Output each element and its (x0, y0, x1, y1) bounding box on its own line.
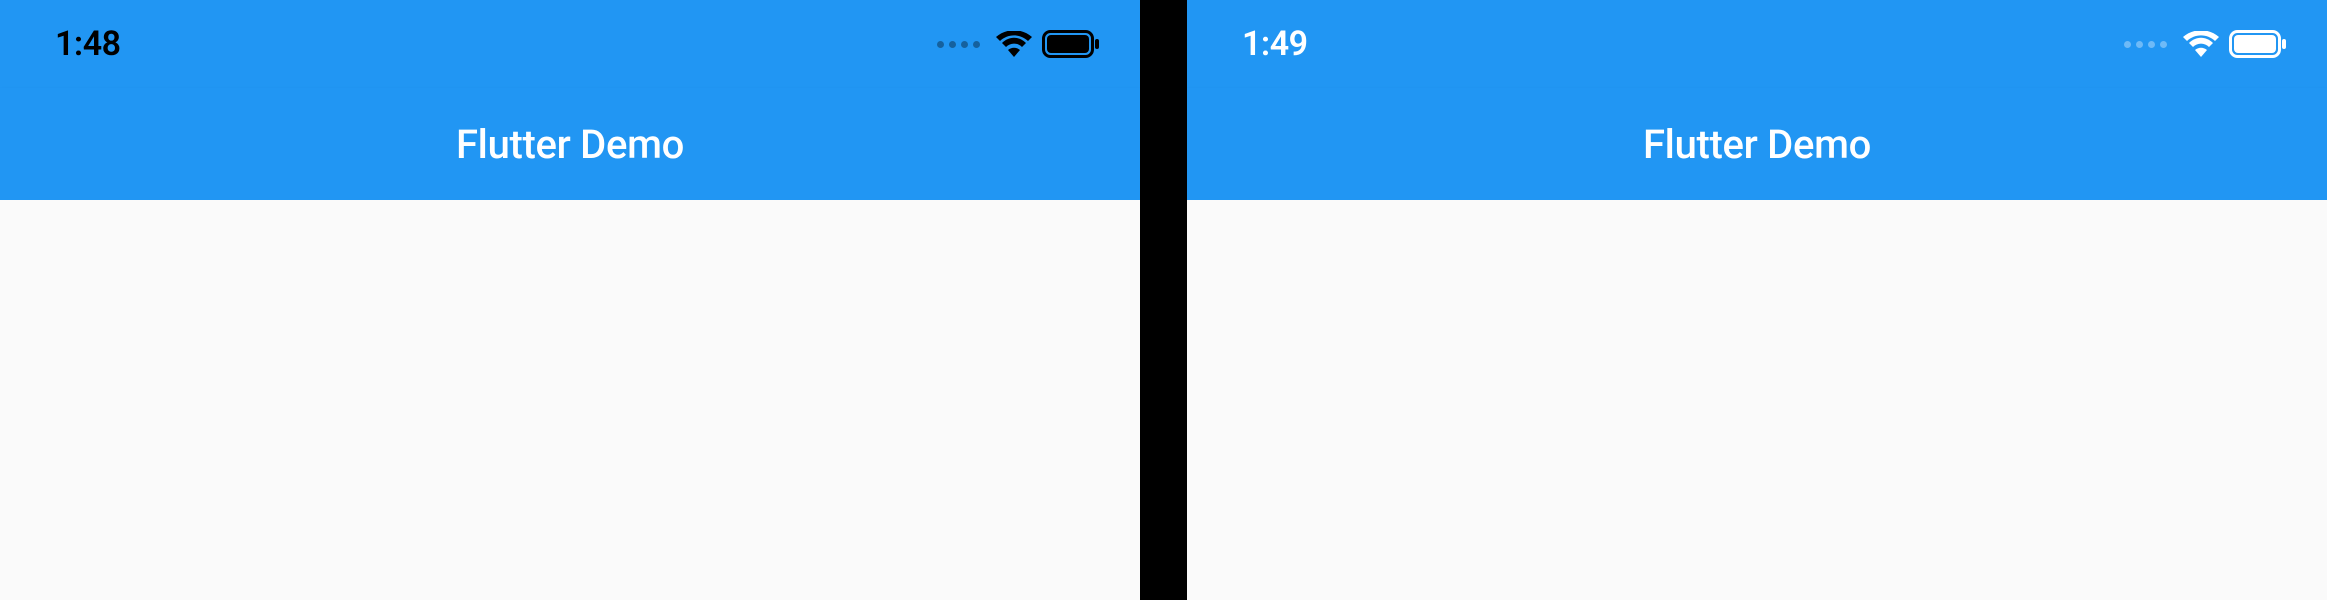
status-indicators (2124, 30, 2287, 58)
app-title: Flutter Demo (1643, 121, 1871, 168)
battery-icon (1042, 30, 1100, 58)
cellular-dots-icon (2124, 41, 2167, 48)
status-time: 1:49 (1242, 24, 1308, 64)
screen-divider (1140, 0, 1187, 600)
wifi-icon (2183, 31, 2219, 57)
phone-screen-left: 1:48 Flutter Demo (0, 0, 1140, 600)
app-bar: Flutter Demo (1187, 88, 2327, 200)
phone-screen-right: 1:49 Flutter Demo (1187, 0, 2327, 600)
status-time: 1:48 (55, 24, 121, 64)
cellular-dots-icon (937, 41, 980, 48)
app-bar: Flutter Demo (0, 88, 1140, 200)
wifi-icon (996, 31, 1032, 57)
battery-icon (2229, 30, 2287, 58)
status-bar: 1:48 (0, 0, 1140, 88)
status-bar: 1:49 (1187, 0, 2327, 88)
status-indicators (937, 30, 1100, 58)
app-body (1187, 200, 2327, 600)
app-body (0, 200, 1140, 600)
app-title: Flutter Demo (456, 121, 684, 168)
